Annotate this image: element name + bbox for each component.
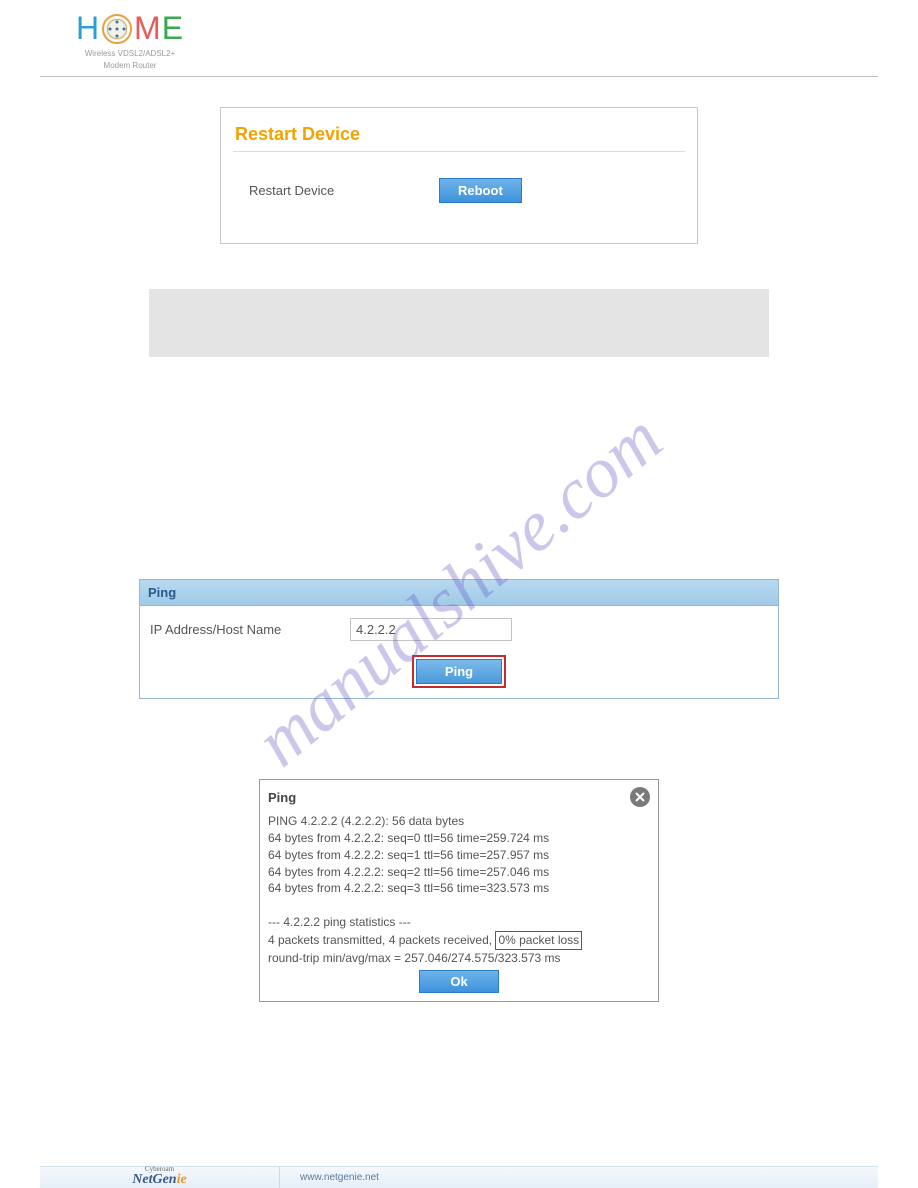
logo-letter-m: M bbox=[134, 10, 162, 47]
restart-title: Restart Device bbox=[233, 124, 685, 151]
ping-result-dialog: Ping PING 4.2.2.2 (4.2.2.2): 56 data byt… bbox=[259, 779, 659, 1002]
ping-button-highlight: Ping bbox=[412, 655, 506, 688]
packet-loss-highlight: 0% packet loss bbox=[495, 931, 582, 950]
close-icon[interactable] bbox=[630, 787, 650, 807]
result-line: 64 bytes from 4.2.2.2: seq=0 ttl=56 time… bbox=[268, 830, 650, 847]
logo-subtitle-1: Wireless VDSL2/ADSL2+ bbox=[85, 49, 175, 59]
result-line: 64 bytes from 4.2.2.2: seq=2 ttl=56 time… bbox=[268, 864, 650, 881]
logo-letter-h: H bbox=[76, 10, 100, 47]
ping-button[interactable]: Ping bbox=[416, 659, 502, 684]
result-line: PING 4.2.2.2 (4.2.2.2): 56 data bytes bbox=[268, 813, 650, 830]
restart-label: Restart Device bbox=[249, 183, 439, 198]
result-stats-header: --- 4.2.2.2 ping statistics --- bbox=[268, 914, 650, 931]
info-bar bbox=[149, 289, 769, 357]
ip-address-input[interactable] bbox=[350, 618, 512, 641]
logo-letter-o-icon bbox=[102, 14, 132, 44]
ping-panel-title: Ping bbox=[140, 580, 778, 606]
ping-panel: Ping IP Address/Host Name Ping bbox=[139, 579, 779, 699]
ping-result-body: PING 4.2.2.2 (4.2.2.2): 56 data bytes 64… bbox=[268, 813, 650, 966]
footer-brand: NetGenie bbox=[132, 1172, 186, 1187]
ip-address-label: IP Address/Host Name bbox=[150, 622, 350, 637]
reboot-button[interactable]: Reboot bbox=[439, 178, 522, 203]
ping-result-title: Ping bbox=[268, 790, 296, 805]
result-line: 64 bytes from 4.2.2.2: seq=3 ttl=56 time… bbox=[268, 880, 650, 897]
page-footer: Cyberoam NetGenie www.netgenie.net bbox=[40, 1166, 878, 1188]
stats-pre: 4 packets transmitted, 4 packets receive… bbox=[268, 933, 495, 947]
header-divider bbox=[40, 76, 878, 77]
restart-device-panel: Restart Device Restart Device Reboot bbox=[220, 107, 698, 244]
restart-divider bbox=[233, 151, 685, 152]
result-line: 64 bytes from 4.2.2.2: seq=1 ttl=56 time… bbox=[268, 847, 650, 864]
logo-letter-e: E bbox=[162, 10, 184, 47]
brand-logo: H M E Wireless VDSL2/ADSL2+ Modem Router bbox=[65, 10, 195, 70]
footer-url: www.netgenie.net bbox=[280, 1172, 379, 1183]
result-rtt-line: round-trip min/avg/max = 257.046/274.575… bbox=[268, 950, 650, 967]
result-stats-line: 4 packets transmitted, 4 packets receive… bbox=[268, 931, 650, 950]
logo-subtitle-2: Modem Router bbox=[104, 61, 157, 71]
ok-button[interactable]: Ok bbox=[419, 970, 498, 993]
footer-logo: Cyberoam NetGenie bbox=[40, 1167, 280, 1187]
